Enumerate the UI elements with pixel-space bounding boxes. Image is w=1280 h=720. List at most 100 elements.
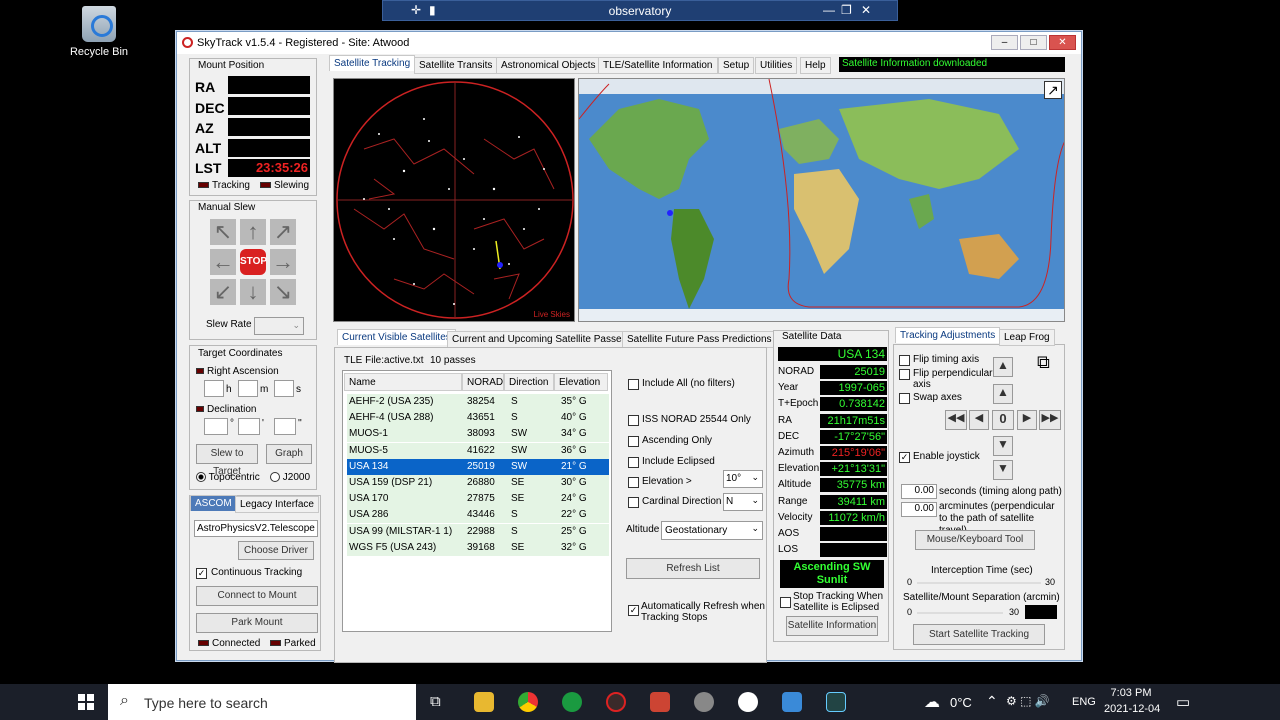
- minimize-button[interactable]: –: [991, 35, 1018, 50]
- mouse-keyboard-button[interactable]: Mouse/Keyboard Tool: [915, 530, 1035, 550]
- rewind-button[interactable]: ◀: [969, 410, 989, 430]
- tab-setup[interactable]: Setup: [718, 57, 755, 74]
- tab-legacy-interface[interactable]: Legacy Interface: [235, 496, 319, 513]
- slew-nw-button[interactable]: ↖: [210, 219, 236, 245]
- table-row[interactable]: USA 286 43446 S 22° G: [347, 507, 609, 524]
- close-button[interactable]: ✕: [1049, 35, 1076, 50]
- separation-slider[interactable]: [917, 612, 1003, 614]
- j2000-radio[interactable]: J2000: [270, 472, 310, 483]
- ra-hours-input[interactable]: [204, 380, 224, 397]
- table-row[interactable]: USA 170 27875 SE 24° G: [347, 491, 609, 508]
- zero-button[interactable]: 0: [992, 410, 1014, 430]
- app-gray-icon[interactable]: [694, 692, 714, 712]
- tab-tle-info[interactable]: TLE/Satellite Information: [598, 57, 718, 74]
- app-blue-icon[interactable]: [782, 692, 802, 712]
- col-name[interactable]: Name: [344, 373, 462, 391]
- connect-button[interactable]: Connect to Mount: [196, 586, 318, 606]
- world-map[interactable]: ↗: [578, 78, 1065, 322]
- table-row[interactable]: MUOS-1 38093 SW 34° G: [347, 426, 609, 443]
- file-explorer-icon[interactable]: [474, 692, 494, 712]
- tab-leap-frog[interactable]: Leap Frog: [999, 329, 1055, 346]
- flip-perp-checkbox[interactable]: [899, 369, 910, 380]
- table-row[interactable]: WGS F5 (USA 243) 39168 SE 32° G: [347, 539, 609, 556]
- popout-icon[interactable]: ⧉: [1037, 352, 1050, 373]
- skytrack-taskbar-icon[interactable]: [606, 692, 626, 712]
- tab-help[interactable]: Help: [800, 57, 831, 74]
- slew-se-button[interactable]: ↘: [270, 279, 296, 305]
- notification-icon[interactable]: ▭: [1176, 693, 1190, 711]
- language[interactable]: ENG: [1072, 696, 1096, 708]
- chevron-up-icon[interactable]: ⌃: [986, 693, 998, 710]
- slew-s-button[interactable]: ↓: [240, 279, 266, 305]
- tab-satellite-tracking[interactable]: Satellite Tracking: [329, 55, 416, 71]
- recycle-bin[interactable]: Recycle Bin: [64, 6, 134, 58]
- stop-eclipsed-checkbox[interactable]: [780, 597, 791, 608]
- table-row[interactable]: MUOS-5 41622 SW 36° G: [347, 442, 609, 459]
- start-tracking-button[interactable]: Start Satellite Tracking: [913, 624, 1045, 645]
- col-direction[interactable]: Direction: [504, 373, 554, 391]
- satellite-information-button[interactable]: Satellite Information: [786, 616, 878, 636]
- swap-axes-checkbox[interactable]: [899, 393, 910, 404]
- slew-to-target-button[interactable]: Slew to Target: [196, 444, 258, 477]
- down-button[interactable]: ▼: [993, 436, 1013, 456]
- elevation-select[interactable]: 10° ⌄: [723, 470, 763, 488]
- up-fast-button[interactable]: ▲: [993, 357, 1013, 377]
- expand-map-icon[interactable]: ↗: [1044, 81, 1062, 99]
- slew-rate-select[interactable]: ⌄: [254, 317, 304, 335]
- forward-button[interactable]: ▶: [1017, 410, 1037, 430]
- tab-astronomical-objects[interactable]: Astronomical Objects: [496, 57, 601, 74]
- col-norad[interactable]: NORAD: [462, 373, 504, 391]
- forward-fast-button[interactable]: ▶▶: [1039, 410, 1061, 430]
- task-view-icon[interactable]: ⧉: [430, 693, 441, 710]
- table-row[interactable]: AEHF-4 (USA 288) 43651 S 40° G: [347, 410, 609, 427]
- slew-sw-button[interactable]: ↙: [210, 279, 236, 305]
- down-fast-button[interactable]: ▼: [993, 460, 1013, 480]
- choose-driver-button[interactable]: Choose Driver: [238, 541, 314, 560]
- table-row[interactable]: USA 99 (MILSTAR-1 1) 22988 S 25° G: [347, 523, 609, 540]
- auto-refresh-checkbox[interactable]: ✓: [628, 605, 639, 616]
- tab-upcoming-passes[interactable]: Current and Upcoming Satellite Passes: [447, 331, 632, 348]
- elevation-checkbox[interactable]: [628, 477, 639, 488]
- slew-e-button[interactable]: →: [270, 249, 296, 275]
- tab-satellite-transits[interactable]: Satellite Transits: [414, 57, 498, 74]
- joystick-checkbox[interactable]: ✓: [899, 452, 910, 463]
- interception-slider[interactable]: [917, 582, 1041, 584]
- cardinal-select[interactable]: N ⌄: [723, 493, 763, 511]
- close-icon[interactable]: ✕: [861, 3, 871, 17]
- arcminutes-input[interactable]: 0.00: [901, 502, 937, 517]
- dec-minutes-input[interactable]: [238, 418, 260, 435]
- search-box[interactable]: ⌕ Type here to search: [108, 684, 416, 720]
- stop-button[interactable]: STOP: [240, 249, 267, 275]
- up-button[interactable]: ▲: [993, 384, 1013, 404]
- iss-only-checkbox[interactable]: [628, 415, 639, 426]
- cardinal-checkbox[interactable]: [628, 497, 639, 508]
- app-red-icon[interactable]: [650, 692, 670, 712]
- refresh-list-button[interactable]: Refresh List: [626, 558, 760, 579]
- altitude-select[interactable]: Geostationary ⌄: [661, 521, 763, 540]
- maximize-button[interactable]: □: [1020, 35, 1047, 50]
- tab-ascom[interactable]: ASCOM: [190, 495, 237, 511]
- sky-chart[interactable]: Live Skies: [333, 78, 575, 322]
- dec-degrees-input[interactable]: [204, 418, 228, 435]
- park-button[interactable]: Park Mount: [196, 613, 318, 633]
- start-button[interactable]: [78, 694, 94, 710]
- flip-timing-checkbox[interactable]: [899, 355, 910, 366]
- dec-seconds-input[interactable]: [274, 418, 296, 435]
- minimize-icon[interactable]: —: [823, 3, 835, 17]
- table-row[interactable]: USA 159 (DSP 21) 26880 SE 30° G: [347, 475, 609, 491]
- tray-icons[interactable]: ⚙ ⬚ 🔊: [1006, 694, 1050, 708]
- ra-minutes-input[interactable]: [238, 380, 258, 397]
- chrome-icon[interactable]: [518, 692, 538, 712]
- table-row[interactable]: USA 134 25019 SW 21° G: [347, 458, 609, 475]
- app-cyan-icon[interactable]: [826, 692, 846, 712]
- app-green-icon[interactable]: [562, 692, 582, 712]
- rewind-fast-button[interactable]: ◀◀: [945, 410, 967, 430]
- restore-icon[interactable]: ❐: [841, 3, 852, 17]
- col-elevation[interactable]: Elevation: [554, 373, 608, 391]
- ra-seconds-input[interactable]: [274, 380, 294, 397]
- tab-future-predictions[interactable]: Satellite Future Pass Predictions: [622, 331, 777, 348]
- slew-w-button[interactable]: ←: [210, 249, 236, 275]
- tab-current-visible[interactable]: Current Visible Satellites: [337, 329, 456, 345]
- seconds-input[interactable]: 0.00: [901, 484, 937, 499]
- app-white-icon[interactable]: [738, 692, 758, 712]
